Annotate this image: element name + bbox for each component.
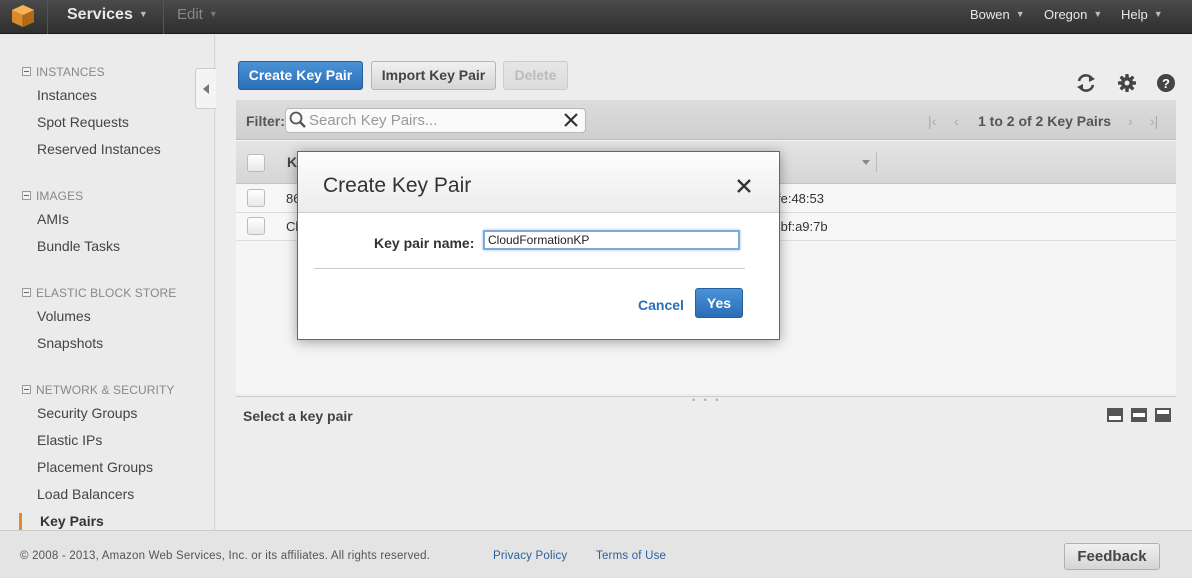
search-placeholder: Search Key Pairs... <box>309 112 438 129</box>
region-label: Oregon <box>1044 7 1088 22</box>
edit-menu[interactable]: Edit ▼ <box>177 0 218 34</box>
column-header-key-pair-name[interactable]: K <box>287 154 297 170</box>
chevron-down-icon[interactable] <box>862 160 870 165</box>
refresh-icon[interactable] <box>1075 72 1097 94</box>
close-icon[interactable] <box>734 176 754 196</box>
filter-label: Filter: <box>246 113 285 129</box>
last-page-icon[interactable]: ›| <box>1150 113 1158 129</box>
collapse-section-icon <box>22 288 31 297</box>
sidebar-section-images[interactable]: IMAGES <box>22 189 83 203</box>
sidebar-section-ebs[interactable]: ELASTIC BLOCK STORE <box>22 286 176 300</box>
collapse-section-icon <box>22 67 31 76</box>
sidebar-item-instances[interactable]: Instances <box>37 87 97 103</box>
nav-divider <box>163 0 164 34</box>
chevron-down-icon: ▼ <box>208 9 218 19</box>
import-key-pair-button[interactable]: Import Key Pair <box>371 61 496 90</box>
row-checkbox[interactable] <box>247 217 265 235</box>
delete-button[interactable]: Delete <box>503 61 568 90</box>
row-fingerprint: :bf:a9:7b <box>777 219 828 234</box>
detail-pane <box>236 396 1176 530</box>
top-navigation-bar: Services ▼ Edit ▼ Bowen ▼ Oregon ▼ Help ▼ <box>0 0 1192 34</box>
previous-page-icon[interactable]: ‹ <box>954 113 959 129</box>
svg-text:?: ? <box>1162 76 1170 91</box>
row-checkbox[interactable] <box>247 189 265 207</box>
chevron-down-icon: ▼ <box>1015 9 1025 19</box>
active-item-indicator <box>19 513 22 530</box>
sidebar-item-security-groups[interactable]: Security Groups <box>37 405 137 421</box>
terms-of-use-link[interactable]: Terms of Use <box>596 550 666 562</box>
pane-split-icon[interactable] <box>1131 408 1147 422</box>
sidebar-item-key-pairs[interactable]: Key Pairs <box>40 513 104 529</box>
sidebar-item-snapshots[interactable]: Snapshots <box>37 335 103 351</box>
user-menu[interactable]: Bowen ▼ <box>970 0 1025 34</box>
collapse-sidebar-button[interactable] <box>195 68 216 109</box>
aws-cube-logo-icon[interactable] <box>11 4 35 28</box>
help-icon[interactable]: ? <box>1155 72 1177 94</box>
yes-button[interactable]: Yes <box>695 288 743 318</box>
dialog-title: Create Key Pair <box>323 174 472 197</box>
edit-label: Edit <box>177 6 203 23</box>
chevron-down-icon: ▼ <box>1153 9 1163 19</box>
cancel-button[interactable]: Cancel <box>638 297 684 313</box>
key-pair-name-input[interactable] <box>483 230 740 250</box>
collapse-section-icon <box>22 191 31 200</box>
create-key-pair-button[interactable]: Create Key Pair <box>238 61 363 90</box>
region-menu[interactable]: Oregon ▼ <box>1044 0 1102 34</box>
copyright-text: © 2008 - 2013, Amazon Web Services, Inc.… <box>20 550 431 562</box>
services-menu[interactable]: Services ▼ <box>67 0 148 34</box>
chevron-down-icon: ▼ <box>138 9 148 19</box>
detail-pane-title: Select a key pair <box>243 408 353 424</box>
select-all-checkbox[interactable] <box>247 154 265 172</box>
nav-divider <box>47 0 48 34</box>
pane-minimize-icon[interactable] <box>1107 408 1123 422</box>
close-icon[interactable] <box>561 110 581 130</box>
create-key-pair-dialog: Create Key Pair Key pair name: Cancel Ye… <box>297 151 780 340</box>
privacy-policy-link[interactable]: Privacy Policy <box>493 550 567 562</box>
sidebar-item-elastic-ips[interactable]: Elastic IPs <box>37 432 102 448</box>
sidebar-item-volumes[interactable]: Volumes <box>37 308 91 324</box>
sidebar-item-amis[interactable]: AMIs <box>37 211 69 227</box>
row-fingerprint: fe:48:53 <box>777 191 824 206</box>
next-page-icon[interactable]: › <box>1128 113 1133 129</box>
key-pair-name-label: Key pair name: <box>374 235 475 251</box>
dialog-divider <box>314 268 745 269</box>
sidebar-item-placement-groups[interactable]: Placement Groups <box>37 459 153 475</box>
sidebar-item-spot-requests[interactable]: Spot Requests <box>37 114 129 130</box>
gear-icon[interactable] <box>1116 72 1138 94</box>
sidebar-item-load-balancers[interactable]: Load Balancers <box>37 486 134 502</box>
resize-handle[interactable]: • • • <box>692 395 721 405</box>
chevron-down-icon: ▼ <box>1093 9 1103 19</box>
feedback-button[interactable]: Feedback <box>1064 543 1160 570</box>
sidebar-item-reserved-instances[interactable]: Reserved Instances <box>37 141 161 157</box>
pagination-summary: 1 to 2 of 2 Key Pairs <box>978 113 1112 129</box>
search-icon <box>289 111 306 128</box>
help-label: Help <box>1121 7 1148 22</box>
column-divider <box>876 152 877 172</box>
pane-maximize-icon[interactable] <box>1155 408 1171 422</box>
first-page-icon[interactable]: |‹ <box>928 113 936 129</box>
sidebar <box>0 35 215 530</box>
help-menu[interactable]: Help ▼ <box>1121 0 1163 34</box>
collapse-section-icon <box>22 385 31 394</box>
sidebar-item-bundle-tasks[interactable]: Bundle Tasks <box>37 238 120 254</box>
services-label: Services <box>67 6 133 23</box>
sidebar-section-network-security[interactable]: NETWORK & SECURITY <box>22 383 174 397</box>
sidebar-section-instances[interactable]: INSTANCES <box>22 65 105 79</box>
user-label: Bowen <box>970 7 1010 22</box>
